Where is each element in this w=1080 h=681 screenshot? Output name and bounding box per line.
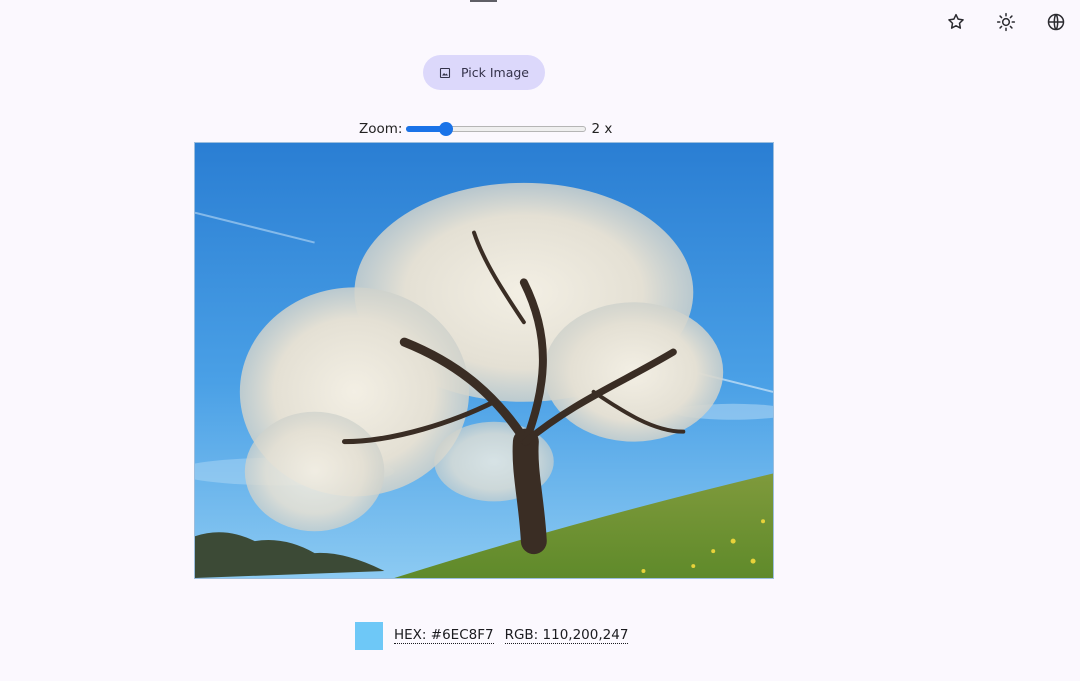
top-toolbar [938, 10, 1074, 34]
zoom-control: Zoom: 2 x [359, 120, 612, 138]
rgb-value[interactable]: RGB: 110,200,247 [504, 628, 629, 644]
pick-image-button[interactable]: Pick Image [423, 55, 545, 90]
zoom-value: 2 x [591, 121, 613, 137]
pick-image-label: Pick Image [461, 65, 529, 80]
top-divider [470, 0, 497, 2]
zoom-label: Zoom: [359, 121, 403, 137]
color-readout: HEX: #6EC8F7 RGB: 110,200,247 [355, 622, 629, 650]
zoom-slider-thumb[interactable] [439, 122, 454, 136]
color-swatch [355, 622, 383, 650]
hex-value[interactable]: HEX: #6EC8F7 [394, 628, 494, 644]
source-image[interactable] [194, 142, 774, 579]
globe-icon[interactable] [1038, 10, 1074, 34]
color-picker-app: Pick Image Zoom: 2 x HEX: #6EC8F7 RGB: 1… [0, 0, 1080, 681]
star-icon[interactable] [938, 10, 974, 34]
image-icon [439, 67, 451, 78]
zoom-slider[interactable] [406, 120, 587, 138]
sun-icon[interactable] [988, 10, 1024, 34]
